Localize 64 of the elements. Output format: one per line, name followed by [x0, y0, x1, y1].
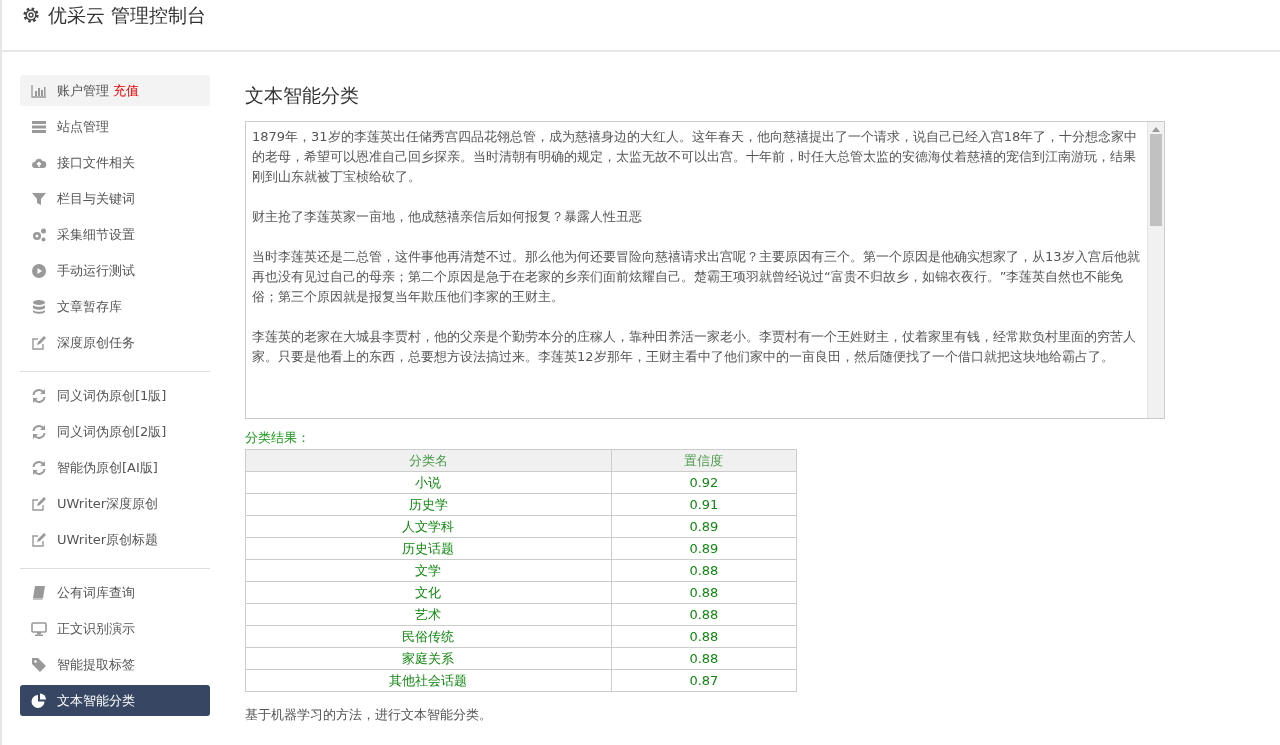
refresh-icon: [31, 387, 47, 404]
sidebar-item[interactable]: 手动运行测试: [20, 255, 210, 286]
server-icon: [31, 118, 47, 135]
sidebar-item[interactable]: 接口文件相关: [20, 147, 210, 178]
gears-icon: [31, 226, 47, 243]
table-cell: 0.92: [611, 471, 797, 494]
table-cell: 人文学科: [245, 515, 612, 538]
play-icon: [31, 262, 47, 279]
result-label: 分类结果：: [245, 429, 311, 447]
table-cell: 0.89: [611, 537, 797, 560]
sidebar-item[interactable]: UWriter深度原创: [20, 488, 210, 519]
scroll-thumb[interactable]: [1150, 134, 1162, 226]
table-cell: 文学: [245, 559, 612, 582]
table-cell: 0.88: [611, 647, 797, 670]
sidebar-item[interactable]: 同义词伪原创[2版]: [20, 416, 210, 447]
database-icon: [31, 298, 47, 315]
sidebar-item[interactable]: 文本智能分类: [20, 685, 210, 716]
edit-icon: [31, 334, 47, 351]
table-cell: 0.88: [611, 603, 797, 626]
sidebar-item[interactable]: 智能提取标签: [20, 649, 210, 680]
table-cell: 家庭关系: [245, 647, 612, 670]
table-cell: 0.89: [611, 515, 797, 538]
pie-chart-icon: [31, 692, 47, 709]
monitor-icon: [31, 620, 47, 637]
scrollbar[interactable]: [1147, 122, 1164, 418]
footer-note: 基于机器学习的方法，进行文本智能分类。: [245, 706, 493, 724]
sidebar-item[interactable]: 栏目与关键词: [20, 183, 210, 214]
sidebar-item[interactable]: 同义词伪原创[1版]: [20, 380, 210, 411]
sidebar-item[interactable]: 智能伪原创[AI版]: [20, 452, 210, 483]
sidebar-item[interactable]: 站点管理: [20, 111, 210, 142]
sidebar-item[interactable]: 深度原创任务: [20, 327, 210, 358]
sidebar-item[interactable]: UWriter原创标题: [20, 524, 210, 555]
table-cell: 艺术: [245, 603, 612, 626]
table-cell: 0.91: [611, 493, 797, 516]
bar-chart-icon: [31, 82, 47, 99]
edit-icon: [31, 495, 47, 512]
table-cell: 历史学: [245, 493, 612, 516]
book-icon: [31, 584, 47, 601]
column-header: 置信度: [611, 449, 797, 472]
table-cell: 其他社会话题: [245, 669, 612, 692]
sidebar-item[interactable]: 公有词库查询: [20, 577, 210, 608]
sidebar-item[interactable]: 账户管理 充值: [20, 75, 210, 106]
table-cell: 历史话题: [245, 537, 612, 560]
table-cell: 0.87: [611, 669, 797, 692]
page-title: 文本智能分类: [245, 83, 360, 108]
filter-icon: [31, 190, 47, 207]
table-cell: 小说: [245, 471, 612, 494]
table-cell: 0.88: [611, 581, 797, 604]
sidebar-item[interactable]: 文章暂存库: [20, 291, 210, 322]
edit-icon: [31, 531, 47, 548]
settings-icon: [22, 6, 40, 24]
table-cell: 文化: [245, 581, 612, 604]
column-header: 分类名: [245, 449, 612, 472]
tag-icon: [31, 656, 47, 673]
refresh-icon: [31, 423, 47, 440]
text-input-field[interactable]: 1879年，31岁的李莲英出任储秀宫四品花翎总管，成为慈禧身边的大红人。这年春天，他向慈禧提出了一个请求，说自己已经入宫18年了，十分想念家中的老母，希望可以恩准自己回乡探亲。当时清朝有明确的规定，太监无故不可以出宫。十年前，时任大总管太监的安德海仗着慈禧的宠信到江南游玩，结果刚到山东就被丁宝桢给砍了。 财主抢了李莲英家一亩地，他成慈禧亲信后如何报复？暴露人性丑恶 当时李莲英还是二总管，这件事他再清楚不过。那么他为何还要冒险向慈禧请求出宫呢？主要原因有三个。第一个原因是他确实想家了，从13岁入宫后他就再也没有见过自己的母亲；第二个原因是急于在老家的乡亲们面前炫耀自己。楚霸王项羽就曾经说过“富贵不归故乡，如锦衣夜行。”李莲英自然也不能免俗；第三个原因就是报复当年欺压他们李家的王财主。 李莲英的老家在大城县李贾村，他的父亲是个勤劳本分的庄稼人，靠种田养活一家老小。李贾村有一个王姓财主，仗着家里有钱，经常欺负村里面的穷苦人家。只要是他看上的东西，总要想方设法搞过来。李莲英12岁那年，王财主看中了他们家中的一亩良田，然后随便找了一个借口就把这块地给霸占了。: [245, 121, 1165, 419]
table-cell: 民俗传统: [245, 625, 612, 648]
sidebar-item[interactable]: 采集细节设置: [20, 219, 210, 250]
refresh-icon: [31, 459, 47, 476]
sidebar-item[interactable]: 正文识别演示: [20, 613, 210, 644]
app-title: 优采云 管理控制台: [48, 3, 207, 28]
scroll-up-icon[interactable]: [1152, 126, 1160, 132]
table-cell: 0.88: [611, 559, 797, 582]
table-cell: 0.88: [611, 625, 797, 648]
